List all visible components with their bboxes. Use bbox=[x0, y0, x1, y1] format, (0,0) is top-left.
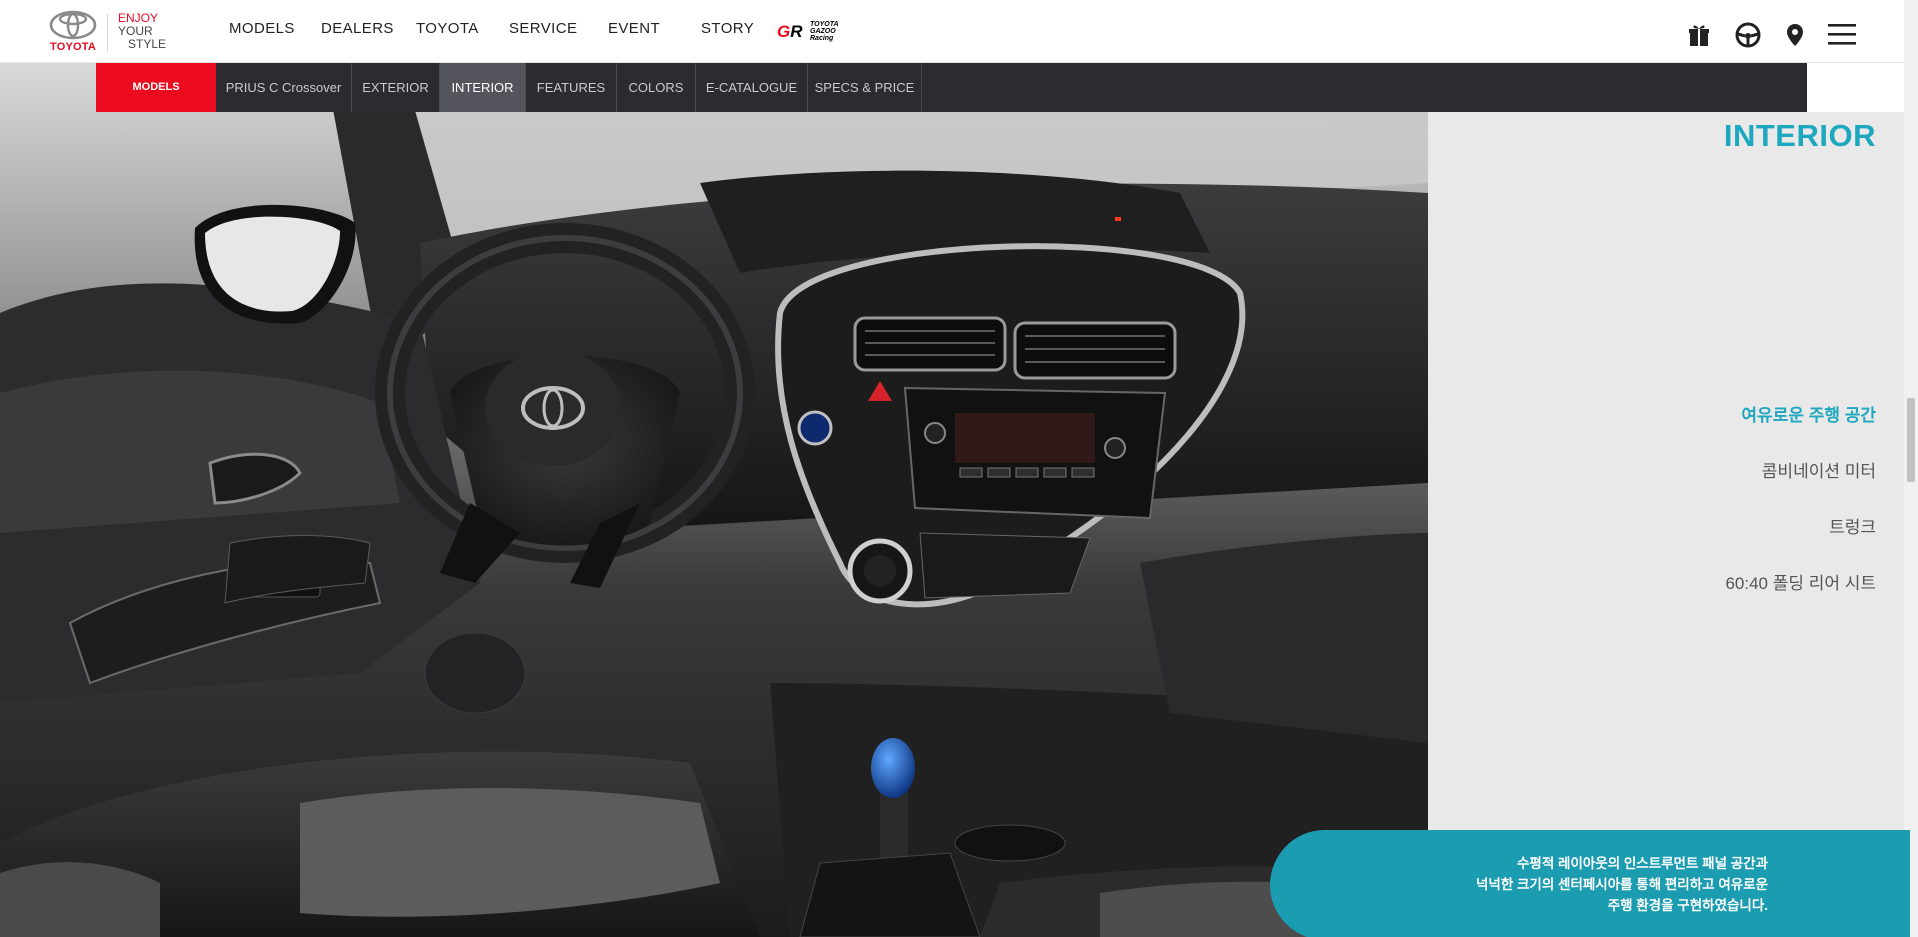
nav-event[interactable]: EVENT bbox=[608, 20, 660, 37]
subnav-models-button[interactable]: MODELS bbox=[96, 63, 216, 112]
feature-item-trunk[interactable]: 트렁크 bbox=[1829, 513, 1876, 538]
section-title: INTERIOR bbox=[1723, 118, 1876, 153]
subnav-tab-features[interactable]: FEATURES bbox=[526, 63, 617, 112]
model-subnav: MODELS PRIUS C Crossover EXTERIOR INTERI… bbox=[96, 63, 1807, 112]
subnav-tab-colors[interactable]: COLORS bbox=[617, 63, 696, 112]
page-scrollbar[interactable] bbox=[1904, 0, 1918, 937]
gift-icon[interactable] bbox=[1686, 22, 1712, 48]
feature-description: 수평적 레이아웃의 인스트루먼트 패널 공간과 넉넉한 크기의 센터페시아를 통… bbox=[1476, 856, 1768, 913]
scrollbar-thumb[interactable] bbox=[1907, 398, 1915, 482]
logo-wordmark: TOYOTA bbox=[49, 41, 97, 53]
hero-interior-image bbox=[0, 63, 1428, 937]
nav-dealers[interactable]: DEALERS bbox=[321, 20, 394, 37]
interior-info-panel: INTERIOR 여유로운 주행 공간 콤비네이션 미터 트렁크 60:40 폴… bbox=[1428, 112, 1904, 937]
site-header: TOYOTA ENJOY YOUR STYLE MODELS DEALERS T… bbox=[0, 0, 1904, 63]
gr-mark: GR bbox=[777, 22, 803, 41]
gazoo-racing-logo[interactable]: GR TOYOTA GAZOO Racing bbox=[777, 20, 859, 42]
nav-models[interactable]: MODELS bbox=[229, 20, 295, 37]
nav-service[interactable]: SERVICE bbox=[509, 20, 577, 37]
steering-wheel-icon[interactable] bbox=[1735, 22, 1761, 48]
subnav-tab-prius-c-crossover[interactable]: PRIUS C Crossover bbox=[216, 63, 352, 112]
nav-story[interactable]: STORY bbox=[701, 20, 754, 37]
brand-tagline: ENJOY YOUR STYLE bbox=[118, 11, 167, 51]
subnav-tab-interior[interactable]: INTERIOR bbox=[440, 63, 526, 112]
location-pin-icon[interactable] bbox=[1782, 22, 1808, 48]
page: INTERIOR 여유로운 주행 공간 콤비네이션 미터 트렁크 60:40 폴… bbox=[0, 0, 1918, 937]
gr-text: TOYOTA GAZOO Racing bbox=[810, 21, 839, 42]
subnav-tab-specs-price[interactable]: SPECS & PRICE bbox=[808, 63, 922, 112]
feature-item-folding-rear-seat[interactable]: 60:40 폴딩 리어 시트 bbox=[1725, 569, 1876, 594]
feature-item-spacious-cabin[interactable]: 여유로운 주행 공간 bbox=[1741, 401, 1876, 426]
feature-description-box: 수평적 레이아웃의 인스트루먼트 패널 공간과 넉넉한 크기의 센터페시아를 통… bbox=[1270, 830, 1910, 937]
nav-toyota[interactable]: TOYOTA bbox=[416, 20, 479, 37]
toyota-emblem-icon bbox=[49, 10, 97, 40]
toyota-logo[interactable]: TOYOTA bbox=[44, 10, 102, 54]
logo-divider bbox=[107, 14, 108, 52]
subnav-tab-exterior[interactable]: EXTERIOR bbox=[352, 63, 440, 112]
feature-item-combination-meter[interactable]: 콤비네이션 미터 bbox=[1762, 457, 1876, 482]
subnav-tab-e-catalogue[interactable]: E-CATALOGUE bbox=[696, 63, 808, 112]
hamburger-menu-icon[interactable] bbox=[1828, 22, 1856, 48]
